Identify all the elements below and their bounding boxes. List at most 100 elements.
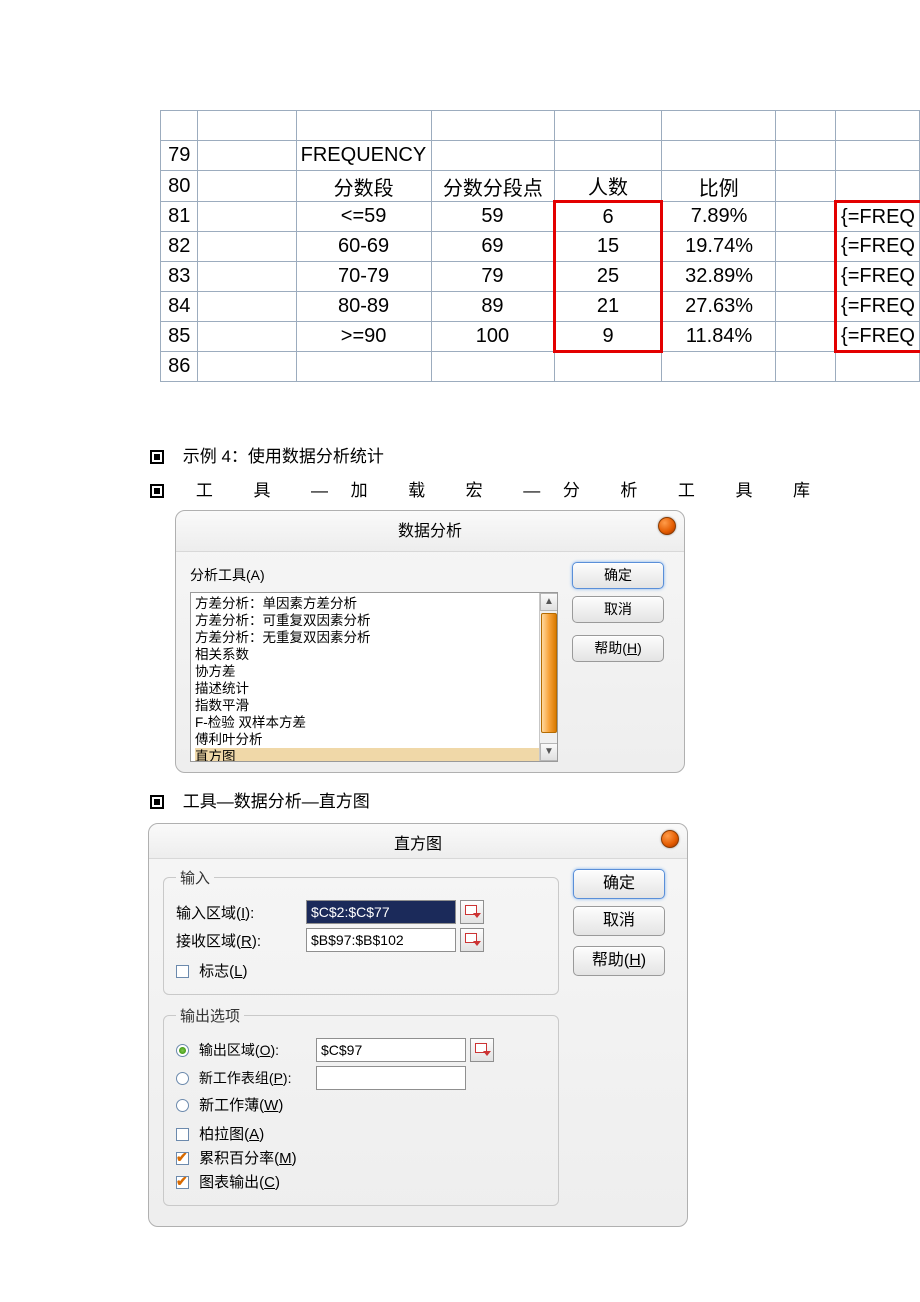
cell[interactable]: 89 (431, 292, 555, 322)
help-button[interactable]: 帮助(H) (572, 635, 664, 662)
cell[interactable]: 70-79 (296, 262, 431, 292)
label-output-range: 输出区域(O): (199, 1042, 279, 1058)
label-new-sheet: 新工作表组(P): (199, 1070, 292, 1086)
cell[interactable]: 69 (431, 232, 555, 262)
scroll-up-icon[interactable]: ▲ (540, 593, 558, 611)
ok-button[interactable]: 确定 (572, 562, 664, 589)
legend-output: 输出选项 (176, 1005, 244, 1026)
checkbox-cumulative[interactable] (176, 1152, 189, 1165)
label-input-range: 输入区域(I): (176, 902, 306, 923)
radio-output-range[interactable] (176, 1044, 189, 1057)
row-header: 82 (161, 232, 198, 262)
range-picker-icon[interactable] (470, 1038, 494, 1062)
group-input: 输入 输入区域(I): $C$2:$C$77 接收区域(R): $B$97:$B… (163, 867, 559, 995)
radio-new-workbook[interactable] (176, 1099, 189, 1112)
list-item[interactable]: 描述统计 (195, 680, 557, 697)
cell[interactable]: 7.89% (661, 202, 776, 232)
list-item[interactable]: 协方差 (195, 663, 557, 680)
output-range-field[interactable]: $C$97 (316, 1038, 466, 1062)
cell[interactable]: {=FREQ (836, 232, 920, 262)
row-header: 84 (161, 292, 198, 322)
row-header (161, 111, 198, 141)
cell[interactable]: 27.63% (661, 292, 776, 322)
dialog-title: 数据分析 (176, 511, 684, 552)
list-item[interactable]: F-检验 双样本方差 (195, 714, 557, 731)
cell[interactable]: {=FREQ (836, 292, 920, 322)
cell[interactable]: 80-89 (296, 292, 431, 322)
cell[interactable]: >=90 (296, 322, 431, 352)
bullet-menu-path-histogram: 工具—数据分析—直方图 (150, 787, 810, 817)
cell[interactable]: 分数段 (296, 171, 431, 202)
help-button[interactable]: 帮助(H) (573, 946, 665, 976)
cell[interactable]: 11.84% (661, 322, 776, 352)
label-labels: 标志(L) (199, 963, 247, 980)
label-new-workbook: 新工作薄(W) (199, 1097, 283, 1114)
cell[interactable]: 79 (431, 262, 555, 292)
scroll-down-icon[interactable]: ▼ (540, 743, 558, 761)
row-header: 79 (161, 141, 198, 171)
radio-new-sheet[interactable] (176, 1072, 189, 1085)
cell[interactable]: {=FREQ (836, 322, 920, 352)
cell[interactable]: 6 (555, 202, 661, 232)
cell[interactable]: 比例 (661, 171, 776, 202)
dialog-title: 直方图 (149, 824, 687, 859)
bin-range-field[interactable]: $B$97:$B$102 (306, 928, 456, 952)
list-item[interactable]: 傅利叶分析 (195, 731, 557, 748)
spreadsheet-fragment: 79 FREQUENCY 80 分数段 分数分段点 人数 比例 81 <=59 … (160, 110, 920, 382)
group-label: 分析工具(A) (190, 560, 558, 590)
label-bin-range: 接收区域(R): (176, 930, 306, 951)
scroll-thumb[interactable] (541, 613, 557, 733)
close-icon[interactable] (658, 517, 676, 535)
bullet-icon (150, 450, 164, 464)
row-header: 83 (161, 262, 198, 292)
new-sheet-field[interactable] (316, 1066, 466, 1090)
cell[interactable]: 21 (555, 292, 661, 322)
list-item[interactable]: 方差分析：无重复双因素分析 (195, 629, 557, 646)
cell[interactable]: 60-69 (296, 232, 431, 262)
input-range-field[interactable]: $C$2:$C$77 (306, 900, 456, 924)
dialog-data-analysis: 数据分析 分析工具(A) 方差分析：单因素方差分析 方差分析：可重复双因素分析 … (175, 510, 685, 773)
row-header: 85 (161, 322, 198, 352)
checkbox-chart-output[interactable] (176, 1176, 189, 1189)
checkbox-labels[interactable] (176, 965, 189, 978)
cell[interactable]: 59 (431, 202, 555, 232)
scrollbar[interactable]: ▲ ▼ (539, 593, 557, 761)
cell[interactable]: FREQUENCY (296, 141, 431, 171)
cell[interactable]: 分数分段点 (431, 171, 555, 202)
group-output: 输出选项 输出区域(O): $C$97 新工作表组(P): (163, 1005, 559, 1206)
cell[interactable]: 25 (555, 262, 661, 292)
cell[interactable]: 15 (555, 232, 661, 262)
cell[interactable]: {=FREQ (836, 262, 920, 292)
analysis-tools-listbox[interactable]: 方差分析：单因素方差分析 方差分析：可重复双因素分析 方差分析：无重复双因素分析… (190, 592, 558, 762)
cell[interactable]: 32.89% (661, 262, 776, 292)
list-item[interactable]: 指数平滑 (195, 697, 557, 714)
dialog-histogram: 直方图 输入 输入区域(I): $C$2:$C$77 接收区域(R): $B$9… (148, 823, 688, 1227)
bullet-example4: 示例 4：使用数据分析统计 (150, 442, 810, 472)
close-icon[interactable] (661, 830, 679, 848)
list-item-selected[interactable]: 直方图 (195, 748, 557, 762)
cell[interactable]: 人数 (555, 171, 661, 202)
cell[interactable]: 19.74% (661, 232, 776, 262)
list-item[interactable]: 相关系数 (195, 646, 557, 663)
range-picker-icon[interactable] (460, 928, 484, 952)
legend-input: 输入 (176, 867, 214, 888)
row-header: 80 (161, 171, 198, 202)
bullet-icon (150, 795, 164, 809)
ok-button[interactable]: 确定 (573, 869, 665, 899)
row-header: 81 (161, 202, 198, 232)
cell[interactable]: <=59 (296, 202, 431, 232)
cell[interactable]: 100 (431, 322, 555, 352)
list-item[interactable]: 方差分析：单因素方差分析 (195, 595, 557, 612)
range-picker-icon[interactable] (460, 900, 484, 924)
cell[interactable]: 9 (555, 322, 661, 352)
bullet-menu-path-addin: 工 具 — 加 载 宏 — 分 析 工 具 库 (150, 476, 810, 506)
cell[interactable]: {=FREQ (836, 202, 920, 232)
checkbox-pareto[interactable] (176, 1128, 189, 1141)
label-chart-output: 图表输出(C) (199, 1174, 280, 1191)
label-pareto: 柏拉图(A) (199, 1126, 264, 1143)
cancel-button[interactable]: 取消 (573, 906, 665, 936)
label-cumulative: 累积百分率(M) (199, 1150, 297, 1167)
cancel-button[interactable]: 取消 (572, 596, 664, 623)
list-item[interactable]: 方差分析：可重复双因素分析 (195, 612, 557, 629)
bullet-icon (150, 484, 164, 498)
